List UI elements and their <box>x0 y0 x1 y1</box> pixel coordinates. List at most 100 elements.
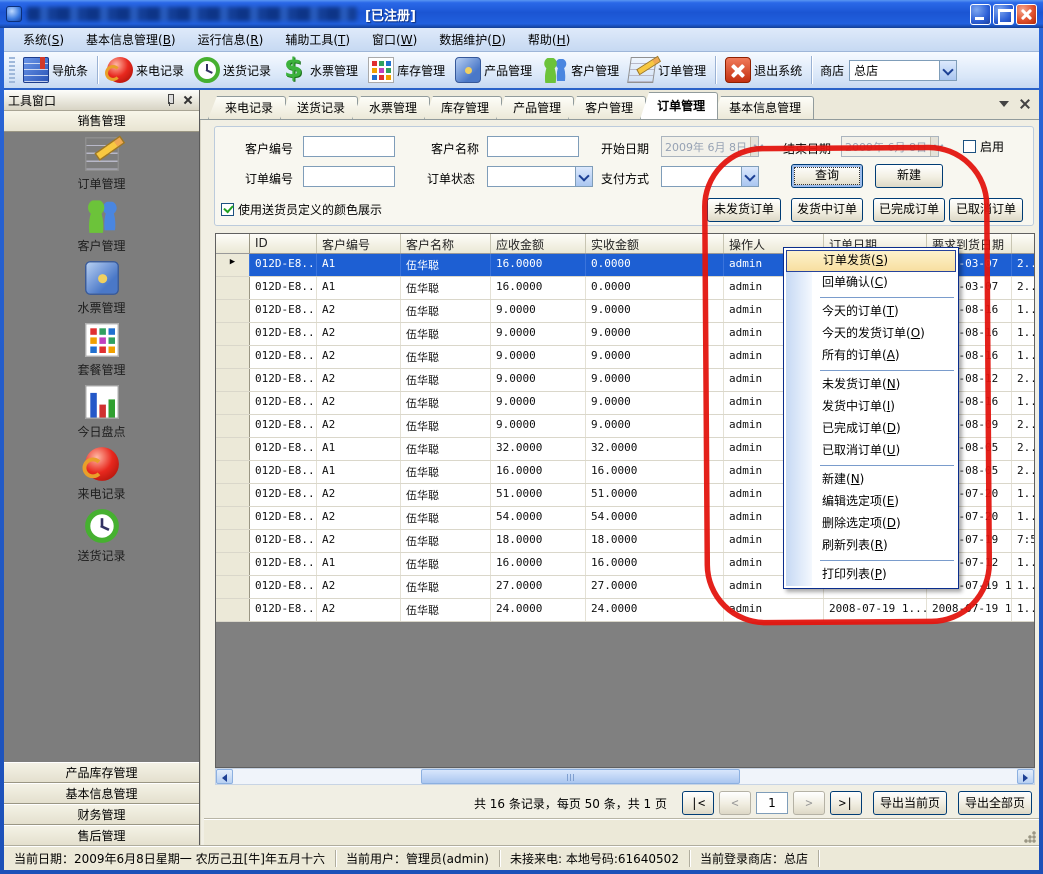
context-menu-item[interactable]: 发货中订单(I) <box>786 396 956 418</box>
last-page-button[interactable]: >| <box>830 791 862 815</box>
end-date-picker[interactable]: 2009年 6月 8日 <box>841 136 939 157</box>
menu-item[interactable]: 辅助工具(T) <box>274 28 361 51</box>
context-menu-item[interactable]: 打印列表(P) <box>786 564 956 586</box>
context-menu-item[interactable]: 订单发货(S) <box>786 250 956 272</box>
horizontal-scrollbar[interactable] <box>215 768 1035 785</box>
toolbar-navbar-button[interactable]: 导航条 <box>18 55 93 85</box>
menu-item[interactable]: 运行信息(R) <box>187 28 275 51</box>
menu-item[interactable]: 窗口(W) <box>361 28 428 51</box>
context-menu-item[interactable]: 今天的发货订单(O) <box>786 323 956 345</box>
row-selector-cell <box>216 530 250 552</box>
toolbar-order-button[interactable]: 订单管理 <box>624 55 711 85</box>
tab[interactable]: 基本信息管理 <box>712 96 814 119</box>
column-header-id[interactable]: ID <box>250 234 317 253</box>
context-menu-item[interactable]: 回单确认(C) <box>786 272 956 294</box>
close-icon[interactable] <box>181 93 195 107</box>
prev-page-button[interactable]: < <box>719 791 751 815</box>
context-menu-item[interactable]: 删除选定项(D) <box>786 513 956 535</box>
close-button[interactable] <box>1016 4 1037 25</box>
pay-method-select[interactable] <box>661 166 759 187</box>
filter-completed-button[interactable]: 已完成订单 <box>873 198 945 222</box>
column-header-customer-name[interactable]: 客户名称 <box>401 234 491 253</box>
column-header-customer-code[interactable]: 客户编号 <box>317 234 401 253</box>
sidebar-item-delivery-record[interactable]: 送货记录 <box>4 504 199 566</box>
toolbar-inventory-button[interactable]: 库存管理 <box>363 55 450 85</box>
delivery-color-checkbox[interactable]: 使用送货员定义的颜色展示 <box>221 201 382 218</box>
tab[interactable]: 客户管理 <box>568 96 646 119</box>
scroll-left-icon[interactable] <box>216 769 233 784</box>
column-header-selector[interactable] <box>216 234 250 253</box>
menu-item[interactable]: 数据维护(D) <box>428 28 517 51</box>
chevron-down-icon <box>750 137 758 156</box>
menu-item[interactable]: 系统(S) <box>12 28 75 51</box>
export-all-pages-button[interactable]: 导出全部页 <box>958 791 1032 815</box>
sidebar-group-button[interactable]: 产品库存管理 <box>4 762 199 783</box>
toolbar-customer-button[interactable]: 客户管理 <box>537 55 624 85</box>
column-header-extra[interactable] <box>1012 234 1034 253</box>
context-menu-item[interactable]: 未发货订单(N) <box>786 374 956 396</box>
filter-cancelled-button[interactable]: 已取消订单 <box>949 198 1023 222</box>
customer-name-label: 客户名称 <box>431 140 479 157</box>
chevron-down-icon[interactable] <box>741 167 758 186</box>
scroll-right-icon[interactable] <box>1017 769 1034 784</box>
tab-list-chevron-down-icon[interactable] <box>999 101 1009 107</box>
toolbar-call-record-button[interactable]: 来电记录 <box>102 55 189 85</box>
sidebar-item-today-check[interactable]: 今日盘点 <box>4 380 199 442</box>
toolbar-water-ticket-button[interactable]: 水票管理 <box>276 55 363 85</box>
start-date-picker[interactable]: 2009年 6月 8日 <box>661 136 759 157</box>
chevron-down-icon[interactable] <box>939 61 956 80</box>
sidebar-item-package-mgmt[interactable]: 套餐管理 <box>4 318 199 380</box>
tab[interactable]: 库存管理 <box>424 96 502 119</box>
sidebar-item-call-record[interactable]: 来电记录 <box>4 442 199 504</box>
context-menu-item[interactable]: 刷新列表(R) <box>786 535 956 557</box>
order-code-input[interactable] <box>303 166 395 187</box>
page-number-input[interactable]: 1 <box>756 792 788 814</box>
new-button[interactable]: 新建 <box>875 164 943 188</box>
export-current-page-button[interactable]: 导出当前页 <box>873 791 947 815</box>
first-page-button[interactable]: |< <box>682 791 714 815</box>
chevron-down-icon[interactable] <box>575 167 592 186</box>
toolbar-delivery-record-button[interactable]: 送货记录 <box>189 55 276 85</box>
pin-icon[interactable] <box>163 93 177 107</box>
sidebar-group-button[interactable]: 售后管理 <box>4 825 199 846</box>
enable-checkbox[interactable]: 启用 <box>963 138 1004 155</box>
toolbar-grip[interactable] <box>9 57 15 83</box>
customer-code-input[interactable] <box>303 136 395 157</box>
table-row[interactable]: 012D-E8... A2 伍华聪 24.0000 24.0000 admin … <box>216 599 1034 622</box>
column-header-receivable[interactable]: 应收金额 <box>491 234 586 253</box>
resize-grip[interactable] <box>1024 831 1036 843</box>
toolbar-product-button[interactable]: 产品管理 <box>450 55 537 85</box>
sidebar-item-customer-mgmt[interactable]: 客户管理 <box>4 194 199 256</box>
context-menu-item[interactable]: 已完成订单(D) <box>786 418 956 440</box>
column-header-received[interactable]: 实收金额 <box>586 234 724 253</box>
filter-unshipped-button[interactable]: 未发货订单 <box>707 198 781 222</box>
menu-item[interactable]: 基本信息管理(B) <box>75 28 187 51</box>
sidebar-item-water-ticket[interactable]: 水票管理 <box>4 256 199 318</box>
minimize-button[interactable] <box>970 4 991 25</box>
context-menu-item[interactable]: 所有的订单(A) <box>786 345 956 367</box>
toolbar-exit-button[interactable]: 退出系统 <box>720 55 807 85</box>
order-status-select[interactable] <box>487 166 593 187</box>
filter-shipping-button[interactable]: 发货中订单 <box>791 198 863 222</box>
context-menu-item[interactable]: 已取消订单(U) <box>786 440 956 462</box>
menu-item[interactable]: 帮助(H) <box>517 28 581 51</box>
tab-close-icon[interactable] <box>1019 98 1031 110</box>
sidebar-item-order-mgmt[interactable]: 订单管理 <box>4 132 199 194</box>
context-menu-item[interactable]: 编辑选定项(E) <box>786 491 956 513</box>
maximize-button[interactable] <box>993 4 1014 25</box>
sidebar-group-button[interactable]: 基本信息管理 <box>4 783 199 804</box>
tab[interactable]: 订单管理 <box>640 92 718 119</box>
context-menu-item[interactable]: 今天的订单(T) <box>786 301 956 323</box>
tab[interactable]: 水票管理 <box>352 96 430 119</box>
sidebar-section-sales[interactable]: 销售管理 <box>4 111 199 132</box>
tab[interactable]: 来电记录 <box>208 96 286 119</box>
next-page-button[interactable]: > <box>793 791 825 815</box>
scrollbar-thumb[interactable] <box>421 769 740 784</box>
shop-select[interactable]: 总店 <box>849 60 957 81</box>
query-button[interactable]: 查询 <box>791 164 863 188</box>
context-menu-item[interactable]: 新建(N) <box>786 469 956 491</box>
tab[interactable]: 产品管理 <box>496 96 574 119</box>
sidebar-group-button[interactable]: 财务管理 <box>4 804 199 825</box>
customer-name-input[interactable] <box>487 136 579 157</box>
tab[interactable]: 送货记录 <box>280 96 358 119</box>
